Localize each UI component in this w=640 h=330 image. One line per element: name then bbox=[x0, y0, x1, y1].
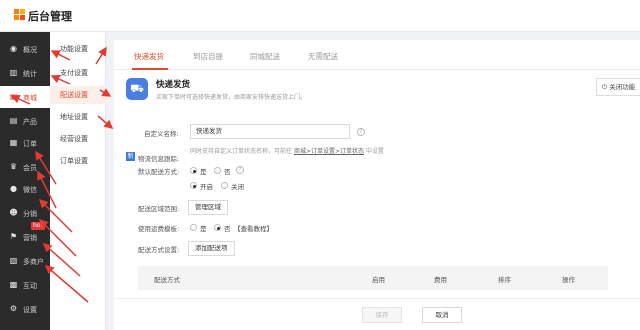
help-icon[interactable]: ? bbox=[357, 128, 365, 136]
sidebar-item-settings[interactable]: ⚙ 设置 bbox=[0, 298, 50, 320]
freight-yes-radio[interactable] bbox=[190, 224, 197, 231]
sidebar-item-member[interactable]: ♛ 会员 bbox=[0, 156, 50, 178]
sidebar-item-merchant[interactable]: ▧ 多商户 bbox=[0, 250, 50, 272]
sidebar-item-label: 商城 bbox=[23, 94, 37, 102]
tracking-off-radio[interactable] bbox=[221, 182, 228, 189]
sidebar-item-interact[interactable]: ▩ 互动 bbox=[0, 274, 50, 296]
default-method-label: 默认配送方式: bbox=[138, 168, 180, 176]
sidebar-item-label: 会员 bbox=[23, 164, 37, 172]
wechat-icon: ● bbox=[10, 184, 17, 193]
sidebar-item-product[interactable]: ▤ 产品 bbox=[0, 110, 50, 132]
radio-label: 是 bbox=[200, 168, 207, 176]
radio-label: 否 bbox=[224, 168, 231, 176]
help-icon[interactable]: ? bbox=[236, 166, 244, 174]
sidebar-item-distribution[interactable]: ☻ 分销 bbox=[0, 202, 50, 224]
delivery-table-header: 配送方式 启用 费用 排序 操作 bbox=[138, 266, 608, 290]
add-delivery-item-button[interactable]: 添加配送项 bbox=[188, 241, 235, 256]
manage-area-button[interactable]: 管理区域 bbox=[188, 200, 228, 215]
radio-label: 是 bbox=[200, 225, 207, 233]
freight-no-radio[interactable] bbox=[214, 224, 221, 231]
subnav-item-business[interactable]: 经营设置 bbox=[50, 130, 106, 148]
crown-icon: ♛ bbox=[9, 162, 18, 171]
close-feature-button[interactable]: ⏻ 关闭功能 bbox=[596, 78, 640, 96]
sidebar-item-shop[interactable]: ▣ 商城 bbox=[0, 86, 50, 108]
radio-label: 关闭 bbox=[231, 183, 244, 191]
subnav-item-delivery[interactable]: 配送设置 bbox=[50, 86, 106, 104]
chart-icon: ▥ bbox=[9, 68, 18, 77]
sidebar-item-label: 概况 bbox=[23, 46, 37, 54]
sidebar-item-label: 产品 bbox=[23, 118, 37, 126]
freight-template-label: 使用运费模板: bbox=[138, 225, 180, 233]
method-description: 买家下单时可选择快递发货，由商家安排快递送货上门。 bbox=[156, 94, 307, 101]
main-sidebar: ◉ 概况 ▥ 统计 ▣ 商城 ▤ 产品 ▦ 订单 ♛ 会员 ● 微信 ☻ 分销 … bbox=[0, 32, 50, 330]
flag-icon: ⚑ bbox=[9, 232, 18, 241]
truck-icon: ⛟ bbox=[126, 78, 148, 100]
default-method-no-radio[interactable] bbox=[214, 167, 221, 174]
tab-active-indicator bbox=[132, 68, 168, 70]
default-method-yes-radio[interactable] bbox=[190, 167, 197, 174]
main-panel: 快递发货 到店自提 同城配送 无需配送 ⛟ 快递发货 买家下单时可选择快递发货，… bbox=[114, 40, 640, 330]
close-feature-label: 关闭功能 bbox=[609, 83, 636, 91]
order-status-link[interactable]: 商城>订单设置>订单状态 bbox=[294, 148, 364, 155]
top-bar: 后台管理 bbox=[0, 0, 640, 32]
tab-pickup[interactable]: 到店自提 bbox=[193, 51, 223, 62]
delivery-area-label: 配送区域范围: bbox=[138, 205, 180, 213]
sidebar-item-order[interactable]: ▦ 订单 bbox=[0, 132, 50, 154]
order-icon: ▦ bbox=[9, 138, 18, 147]
sidebar-item-label: 微信 bbox=[23, 186, 37, 194]
subnav-item-address[interactable]: 地址设置 bbox=[50, 108, 106, 126]
column-header: 启用 bbox=[372, 276, 385, 284]
sidebar-item-label: 分销 bbox=[23, 210, 37, 218]
gear-icon: ⚙ bbox=[9, 304, 18, 313]
tab-bar: 快递发货 到店自提 同城配送 无需配送 bbox=[114, 40, 640, 70]
tracking-label: 物流信息跟踪: bbox=[138, 155, 180, 163]
interact-icon: ▩ bbox=[9, 280, 18, 289]
tab-express[interactable]: 快递发货 bbox=[134, 51, 164, 62]
app-logo-icon bbox=[14, 9, 26, 21]
view-tutorial-link[interactable]: 【查看教程】 bbox=[234, 223, 273, 233]
shop-icon: ▣ bbox=[9, 92, 18, 101]
tab-local-delivery[interactable]: 同城配送 bbox=[250, 51, 280, 62]
product-icon: ▤ bbox=[9, 116, 18, 125]
sidebar-item-overview[interactable]: ◉ 概况 bbox=[0, 38, 50, 60]
new-badge: 新 bbox=[126, 152, 135, 161]
custom-name-input[interactable]: 快递发货 bbox=[190, 124, 350, 139]
sidebar-item-label: 订单 bbox=[23, 140, 37, 148]
sidebar-item-wechat[interactable]: ● 微信 bbox=[0, 178, 50, 200]
column-header: 操作 bbox=[562, 276, 575, 284]
power-icon: ⏻ bbox=[602, 83, 608, 91]
custom-name-hint: 同时支持自定义订单状态名称，可前往 商城>订单设置>订单状态 中设置 bbox=[190, 146, 384, 155]
subnav-item-function[interactable]: 功能设置 bbox=[50, 40, 106, 58]
subnav-item-order[interactable]: 订单设置 bbox=[50, 152, 106, 170]
sidebar-item-label: 营销 bbox=[23, 234, 37, 242]
custom-name-label: 自定义名称: bbox=[144, 130, 179, 138]
sidebar-item-label: 设置 bbox=[23, 306, 37, 314]
delivery-methods-label: 配送方式设置: bbox=[138, 246, 180, 254]
hot-badge: hot bbox=[31, 222, 45, 230]
subnav-item-payment[interactable]: 支付设置 bbox=[50, 64, 106, 82]
form-footer: 保存 取消 bbox=[114, 298, 640, 330]
hint-text: 中设置 bbox=[365, 148, 384, 155]
app-title: 后台管理 bbox=[28, 10, 72, 23]
column-header: 排序 bbox=[498, 276, 511, 284]
cancel-button[interactable]: 取消 bbox=[422, 307, 462, 323]
method-title: 快递发货 bbox=[156, 80, 191, 90]
sidebar-item-label: 统计 bbox=[23, 70, 37, 78]
distribution-icon: ☻ bbox=[9, 208, 18, 217]
sidebar-item-label: 互动 bbox=[23, 282, 37, 290]
radio-label: 开启 bbox=[200, 183, 213, 191]
merchant-icon: ▧ bbox=[9, 256, 18, 265]
save-button[interactable]: 保存 bbox=[362, 307, 402, 323]
tracking-on-radio[interactable] bbox=[190, 182, 197, 189]
sidebar-item-label: 多商户 bbox=[23, 258, 44, 266]
radio-label: 否 bbox=[224, 225, 231, 233]
tab-no-delivery[interactable]: 无需配送 bbox=[308, 51, 338, 62]
sidebar-item-stats[interactable]: ▥ 统计 bbox=[0, 62, 50, 84]
dashboard-icon: ◉ bbox=[10, 44, 17, 53]
column-header: 费用 bbox=[434, 276, 447, 284]
sub-sidebar: 功能设置 支付设置 配送设置 地址设置 经营设置 订单设置 bbox=[50, 32, 106, 330]
column-header: 配送方式 bbox=[154, 276, 180, 284]
hint-text: 同时支持自定义订单状态名称，可前往 bbox=[190, 148, 293, 155]
